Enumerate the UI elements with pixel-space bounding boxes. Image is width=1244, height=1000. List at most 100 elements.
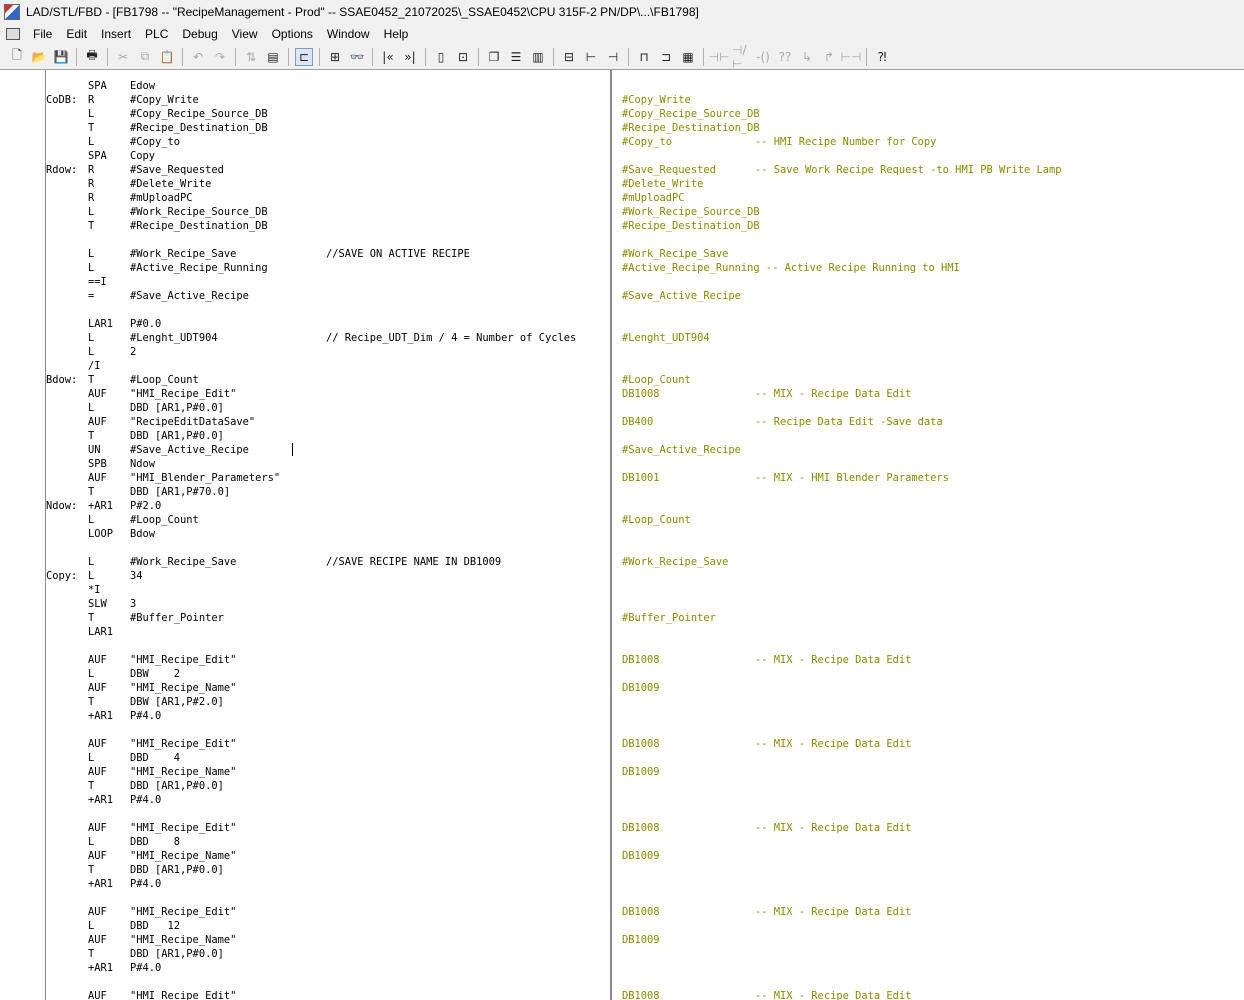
code-line[interactable]: T #Buffer_Pointer (46, 611, 610, 625)
last-network-icon[interactable]: »| (401, 48, 419, 66)
cascade-icon[interactable]: ❐ (485, 48, 503, 66)
code-line[interactable] (46, 639, 610, 653)
code-line[interactable]: L #Copy_Recipe_Source_DB (46, 107, 610, 121)
menu-window[interactable]: Window (320, 24, 377, 44)
code-line[interactable]: Ndow: +AR1 P#2.0 (46, 499, 610, 513)
accessible-nodes-icon[interactable]: ▤ (264, 48, 282, 66)
code-line[interactable]: Bdow: T #Loop_Count (46, 373, 610, 387)
print-icon[interactable]: 🖶 (83, 48, 101, 66)
code-line[interactable]: = #Save_Active_Recipe (46, 289, 610, 303)
code-line[interactable]: T DBD [AR1,P#0.0] (46, 863, 610, 877)
code-line[interactable]: AUF "HMI_Recipe_Edit" (46, 989, 610, 1000)
menu-file[interactable]: File (26, 24, 59, 44)
code-line[interactable]: L #Loop_Count (46, 513, 610, 527)
code-line[interactable] (46, 807, 610, 821)
no-contact-icon[interactable]: ⊣⊢ (709, 48, 730, 66)
code-line[interactable] (46, 303, 610, 317)
code-line[interactable]: +AR1 P#4.0 (46, 877, 610, 891)
new-icon[interactable]: 🗋 (8, 48, 26, 66)
code-line[interactable]: AUF "HMI_Recipe_Edit" (46, 737, 610, 751)
code-line[interactable]: L #Lenght_UDT904 // Recipe_UDT_Dim / 4 = N… (46, 331, 610, 345)
code-line[interactable]: SLW 3 (46, 597, 610, 611)
code-line[interactable] (46, 233, 610, 247)
stl-editor[interactable]: SPA Edow CoDB: R #Copy_Write L #Copy_Recipe_So… (0, 70, 1244, 1000)
code-line[interactable]: +AR1 P#4.0 (46, 709, 610, 723)
code-line[interactable]: T DBW [AR1,P#2.0] (46, 695, 610, 709)
code-line[interactable]: LAR1 (46, 625, 610, 639)
code-line[interactable]: UN #Save_Active_Recipe (46, 443, 610, 457)
code-line[interactable]: AUF "HMI_Recipe_Edit" (46, 905, 610, 919)
save-icon[interactable]: 💾 (52, 48, 70, 66)
code-line[interactable]: *I (46, 583, 610, 597)
code-line[interactable]: +AR1 P#4.0 (46, 793, 610, 807)
tile-horizontal-icon[interactable]: ☰ (507, 48, 525, 66)
menu-options[interactable]: Options (265, 24, 320, 44)
code-line[interactable]: SPA Edow (46, 79, 610, 93)
menu-debug[interactable]: Debug (175, 24, 224, 44)
code-line[interactable]: AUF "HMI_Blender_Parameters" (46, 471, 610, 485)
coil-icon[interactable]: -() (754, 48, 772, 66)
box-icon[interactable]: ⊓ (635, 48, 653, 66)
details-icon[interactable]: ⊡ (454, 48, 472, 66)
menu-plc[interactable]: PLC (138, 24, 175, 44)
code-line[interactable]: L #Work_Recipe_Save //SAVE RECIPE NAME IN … (46, 555, 610, 569)
code-line[interactable]: SPB Ndow (46, 457, 610, 471)
network-icon[interactable]: ⊏ (295, 47, 313, 66)
code-line[interactable]: AUF "HMI_Recipe_Edit" (46, 387, 610, 401)
code-line[interactable]: L2 (46, 345, 610, 359)
code-line[interactable]: AUF "HMI_Recipe_Edit" (46, 821, 610, 835)
code-line[interactable]: AUF "HMI_Recipe_Name" (46, 849, 610, 863)
code-line[interactable]: T DBD [AR1,P#70.0] (46, 485, 610, 499)
code-line[interactable] (46, 891, 610, 905)
help-icon[interactable]: ⁈ (873, 48, 891, 66)
empty-box-icon[interactable]: ▦ (679, 48, 697, 66)
code-line[interactable]: L DBD 4 (46, 751, 610, 765)
overview-icon[interactable]: ⊞ (326, 48, 344, 66)
code-line[interactable]: L #Copy_to (46, 135, 610, 149)
code-line[interactable]: AUF "HMI_Recipe_Name" (46, 933, 610, 947)
code-pane[interactable]: SPA Edow CoDB: R #Copy_Write L #Copy_Recipe_So… (46, 79, 610, 1000)
nc-contact-icon[interactable]: ⊣/⊢ (732, 43, 750, 71)
monitor-icon[interactable]: 👓 (348, 48, 366, 66)
code-line[interactable]: T #Recipe_Destination_DB (46, 219, 610, 233)
code-line[interactable]: T DBD [AR1,P#0.0] (46, 779, 610, 793)
code-line[interactable]: AUF "HMI_Recipe_Edit" (46, 653, 610, 667)
menu-insert[interactable]: Insert (94, 24, 138, 44)
load-icon[interactable]: ⇅ (242, 48, 260, 66)
code-line[interactable]: LOOP Bdow (46, 527, 610, 541)
code-line[interactable]: L DBD [AR1,P#0.0] (46, 401, 610, 415)
document-system-menu-icon[interactable] (6, 28, 20, 40)
code-line[interactable]: AUF "HMI_Recipe_Name" (46, 765, 610, 779)
menu-help[interactable]: Help (377, 24, 416, 44)
code-line[interactable] (46, 723, 610, 737)
paste-icon[interactable]: 📋 (158, 48, 176, 66)
code-line[interactable]: T #Recipe_Destination_DB (46, 121, 610, 135)
connection-icon[interactable]: ⊢⊣ (841, 48, 862, 66)
code-line[interactable]: ==I (46, 275, 610, 289)
cut-icon[interactable]: ✂ (114, 48, 132, 66)
code-line[interactable] (46, 541, 610, 555)
first-network-icon[interactable]: |« (379, 48, 397, 66)
code-line[interactable]: SPA Copy (46, 149, 610, 163)
code-line[interactable]: LAR1 P#0.0 (46, 317, 610, 331)
symbol-info-pane[interactable]: #Copy_Write #Copy_Recipe_Source_DB #Recipe… (622, 79, 1244, 1000)
branch-close-icon[interactable]: ⊣ (604, 48, 622, 66)
code-line[interactable]: R #Delete_Write (46, 177, 610, 191)
code-line[interactable]: AUF "HMI_Recipe_Name" (46, 681, 610, 695)
code-line[interactable]: L #Active_Recipe_Running (46, 261, 610, 275)
code-line[interactable]: T DBD [AR1,P#0.0] (46, 947, 610, 961)
insert-network-icon[interactable]: ⊟ (560, 48, 578, 66)
lad-view-icon[interactable]: ▯ (432, 48, 450, 66)
code-line[interactable]: +AR1 P#4.0 (46, 961, 610, 975)
app-icon[interactable] (4, 4, 20, 20)
menu-view[interactable]: View (225, 24, 265, 44)
code-line[interactable]: L DBD 12 (46, 919, 610, 933)
empty-element-icon[interactable]: ?? (776, 48, 794, 66)
code-line[interactable]: CoDB: R #Copy_Write (46, 93, 610, 107)
branch-open-icon[interactable]: ⊢ (582, 48, 600, 66)
code-line[interactable]: T DBD [AR1,P#0.0] (46, 429, 610, 443)
menu-edit[interactable]: Edit (59, 24, 94, 44)
code-line[interactable]: /I (46, 359, 610, 373)
code-line[interactable]: L #Work_Recipe_Save //SAVE ON ACTIVE RECIP… (46, 247, 610, 261)
code-line[interactable]: AUF "RecipeEditDataSave" (46, 415, 610, 429)
